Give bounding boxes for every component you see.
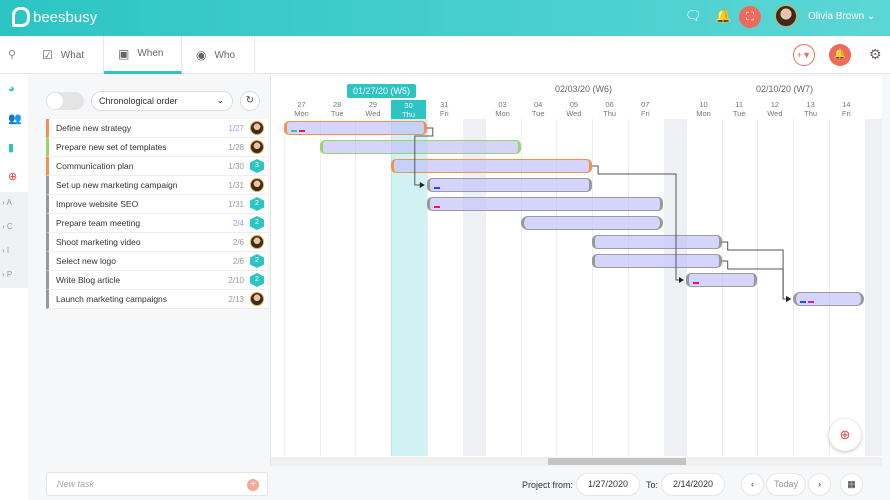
task-date: 2/10: [228, 275, 244, 285]
task-row[interactable]: Communication plan 1/30 3: [46, 157, 268, 176]
folder-c[interactable]: › C: [0, 216, 28, 240]
team-icon[interactable]: 👥: [8, 112, 22, 125]
user-menu[interactable]: Olivia Brown ⌄: [808, 11, 875, 22]
dependency-arrow: [592, 165, 683, 281]
task-row[interactable]: Set up new marketing campaign 1/31: [46, 176, 268, 195]
add-icon[interactable]: ⊕: [8, 170, 17, 183]
user-avatar[interactable]: [775, 5, 797, 27]
gantt-chart: 01/27/20 (W5) 27 Mon 28 Tue 29 Wed 30 Thu 31 Fri 02…: [270, 76, 882, 466]
task-row[interactable]: Select new logo 2/6 2: [46, 252, 268, 271]
task-date: 2/6: [232, 237, 244, 247]
pie-chart-icon[interactable]: ◕: [8, 83, 15, 95]
project-from-input[interactable]: 1/27/2020: [576, 473, 640, 496]
add-filter-icon[interactable]: +▼: [793, 44, 815, 66]
task-row[interactable]: Launch marketing campaigns 2/13: [46, 290, 268, 309]
project-to-label: To:: [646, 480, 659, 490]
task-date: 1/31: [228, 199, 244, 209]
task-row[interactable]: Prepare new set of templates 1/28: [46, 138, 268, 157]
assignee-avatar[interactable]: [250, 235, 264, 249]
assignee-avatar[interactable]: [250, 178, 264, 192]
assignee-count-badge[interactable]: 3: [250, 159, 264, 173]
calendar-icon: ▣: [118, 46, 130, 61]
arrow-head: [786, 296, 792, 302]
arrow-head: [419, 182, 425, 188]
view-tabs: ⚲ ☑ What ▣ When ◉ Who +▼ 🔔 ⚙: [0, 36, 890, 74]
assignee-count-badge[interactable]: 2: [250, 273, 264, 287]
task-name: Improve website SEO: [56, 199, 139, 209]
folder-i[interactable]: › I: [0, 240, 28, 264]
next-button[interactable]: ›: [808, 473, 831, 496]
assignee-count-badge[interactable]: 2: [250, 216, 264, 230]
task-row[interactable]: Write Blog article 2/10 2: [46, 271, 268, 290]
dependency-arrow: [721, 241, 791, 300]
zoom-in-button[interactable]: ⊕: [829, 419, 861, 451]
dependency-arrow: [721, 260, 791, 300]
task-date: 2/6: [232, 256, 244, 266]
task-date: 1/31: [228, 180, 244, 190]
notifications-button[interactable]: 🔔: [829, 44, 851, 66]
tab-when[interactable]: ▣ When: [104, 36, 182, 74]
task-list: Define new strategy 1/27 Prepare new set…: [46, 119, 268, 309]
task-name: Write Blog article: [56, 275, 121, 285]
arrow-head: [679, 277, 684, 283]
chevron-down-icon: ⌄: [216, 95, 224, 105]
dependency-links: [414, 127, 792, 302]
user-name: Olivia Brown: [808, 11, 865, 22]
dependency-arrow: [414, 127, 434, 186]
bell-icon[interactable]: 🔔: [715, 8, 731, 24]
help-chat-icon[interactable]: 🗨: [685, 8, 702, 24]
tab-what[interactable]: ☑ What: [28, 36, 104, 74]
gear-icon[interactable]: ⚙: [869, 46, 882, 63]
task-name: Shoot marketing video: [56, 237, 141, 247]
task-name: Prepare new set of templates: [56, 142, 167, 152]
document-icon[interactable]: ▮: [8, 141, 14, 154]
task-date: 2/4: [232, 218, 244, 228]
calendar-button[interactable]: ▦: [840, 473, 863, 496]
assignee-count-badge[interactable]: 2: [250, 197, 264, 211]
task-name: Communication plan: [56, 161, 134, 171]
task-name: Prepare team meeting: [56, 218, 141, 228]
task-name: Select new logo: [56, 256, 117, 266]
folder-p[interactable]: › P: [0, 264, 28, 288]
assignee-avatar[interactable]: [250, 140, 264, 154]
clipboard-check-icon: ☑: [42, 48, 53, 62]
new-task-input[interactable]: New task +: [46, 472, 268, 496]
task-date: 1/27: [228, 123, 244, 133]
task-date: 1/28: [228, 142, 244, 152]
task-name: Set up new marketing campaign: [56, 180, 178, 190]
task-row[interactable]: Prepare team meeting 2/4 2: [46, 214, 268, 233]
project-from-label: Project from:: [522, 480, 574, 490]
task-date: 1/30: [228, 161, 244, 171]
task-name: Define new strategy: [56, 123, 132, 133]
sidebar: ◕ 👥 ▮ ⊕ › A › C › I › P: [0, 74, 28, 500]
time-toggle[interactable]: [46, 92, 84, 110]
task-row[interactable]: Improve website SEO 1/31 2: [46, 195, 268, 214]
chevron-down-icon: ⌄: [866, 11, 876, 22]
project-to-input[interactable]: 2/14/2020: [661, 473, 725, 496]
assignee-avatar[interactable]: [250, 292, 264, 306]
add-task-icon[interactable]: +: [247, 479, 259, 491]
task-row[interactable]: Shoot marketing video 2/6: [46, 233, 268, 252]
fullscreen-icon[interactable]: ⛶: [739, 6, 761, 28]
assignee-avatar[interactable]: [250, 121, 264, 135]
logo-icon: [12, 7, 30, 27]
tab-who[interactable]: ◉ Who: [182, 36, 255, 74]
user-circle-icon: ◉: [196, 48, 207, 62]
sort-select[interactable]: Chronological order ⌄: [91, 91, 233, 111]
task-date: 2/13: [228, 294, 244, 304]
today-button[interactable]: Today: [766, 473, 806, 496]
search-icon[interactable]: ⚲: [8, 48, 16, 61]
brand-logo[interactable]: beesbusy: [12, 7, 97, 27]
task-row[interactable]: Define new strategy 1/27: [46, 119, 268, 138]
prev-button[interactable]: ‹: [741, 473, 764, 496]
folder-a[interactable]: › A: [0, 192, 28, 216]
app-header: beesbusy 🗨 🔔 ⛶ Olivia Brown ⌄: [0, 0, 890, 36]
task-name: Launch marketing campaigns: [56, 294, 168, 304]
assignee-count-badge[interactable]: 2: [250, 254, 264, 268]
refresh-button[interactable]: ↻: [240, 91, 260, 111]
